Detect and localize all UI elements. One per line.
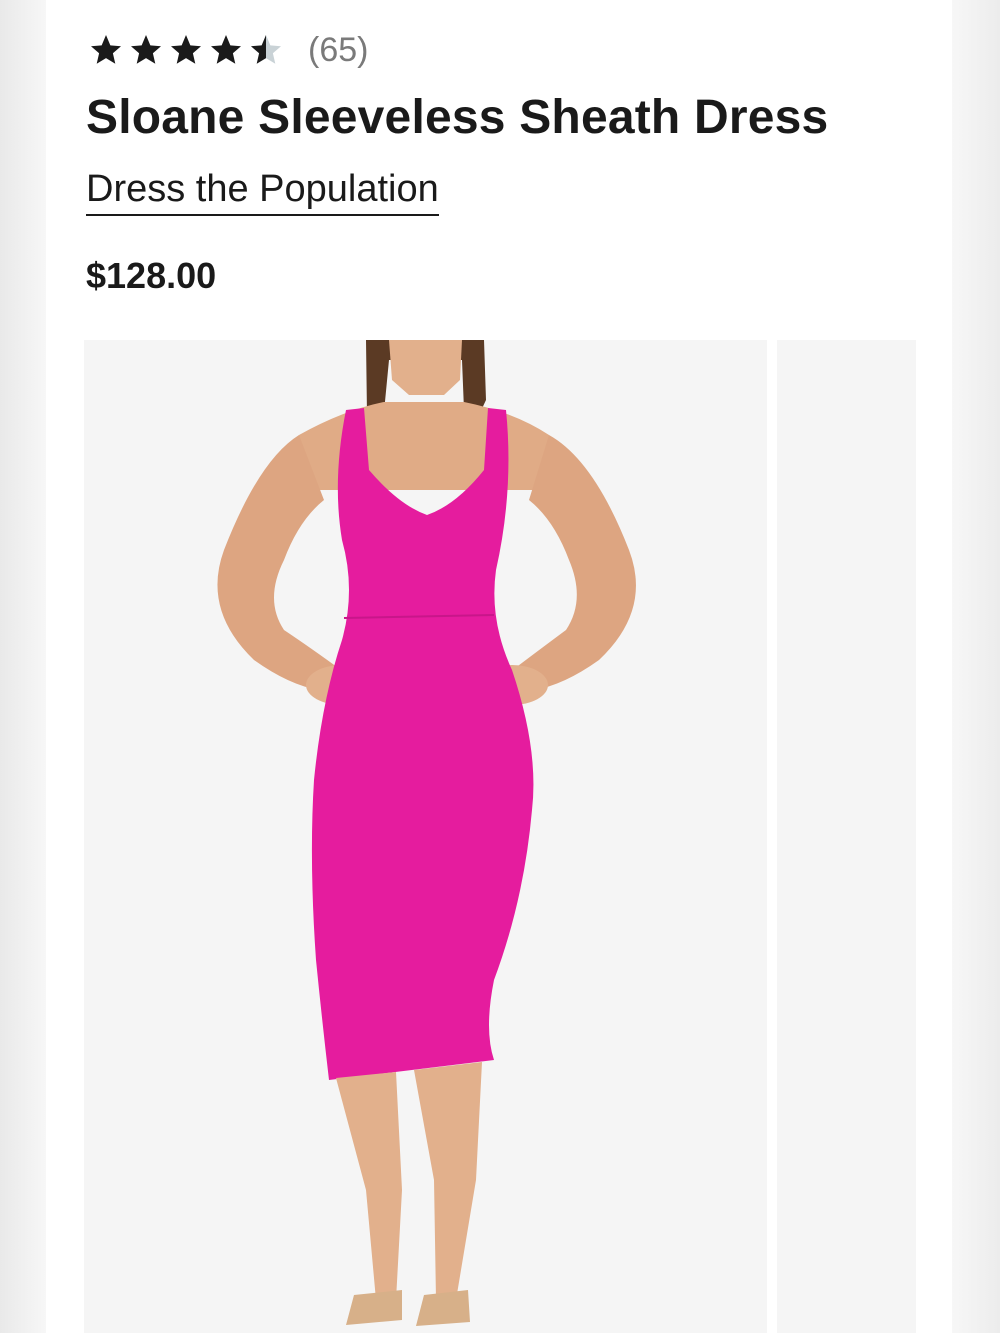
star-icon: [171, 35, 201, 64]
left-edge: [0, 0, 46, 1333]
product-price: $128.00: [86, 255, 217, 296]
brand-link[interactable]: Dress the Population: [86, 168, 439, 216]
star-icon: [91, 35, 121, 64]
star-rating: [88, 32, 284, 68]
half-star-icon: [251, 35, 281, 64]
dress-model-photo: [217, 340, 636, 1326]
product-image-next[interactable]: [777, 340, 916, 1333]
star-icon: [131, 35, 161, 64]
right-edge: [952, 0, 1000, 1333]
product-image-main[interactable]: [84, 340, 767, 1333]
product-rating[interactable]: (65): [88, 30, 368, 70]
product-title: Sloane Sleeveless Sheath Dress: [86, 91, 829, 144]
review-count[interactable]: (65): [308, 32, 368, 68]
star-icon: [211, 35, 241, 64]
